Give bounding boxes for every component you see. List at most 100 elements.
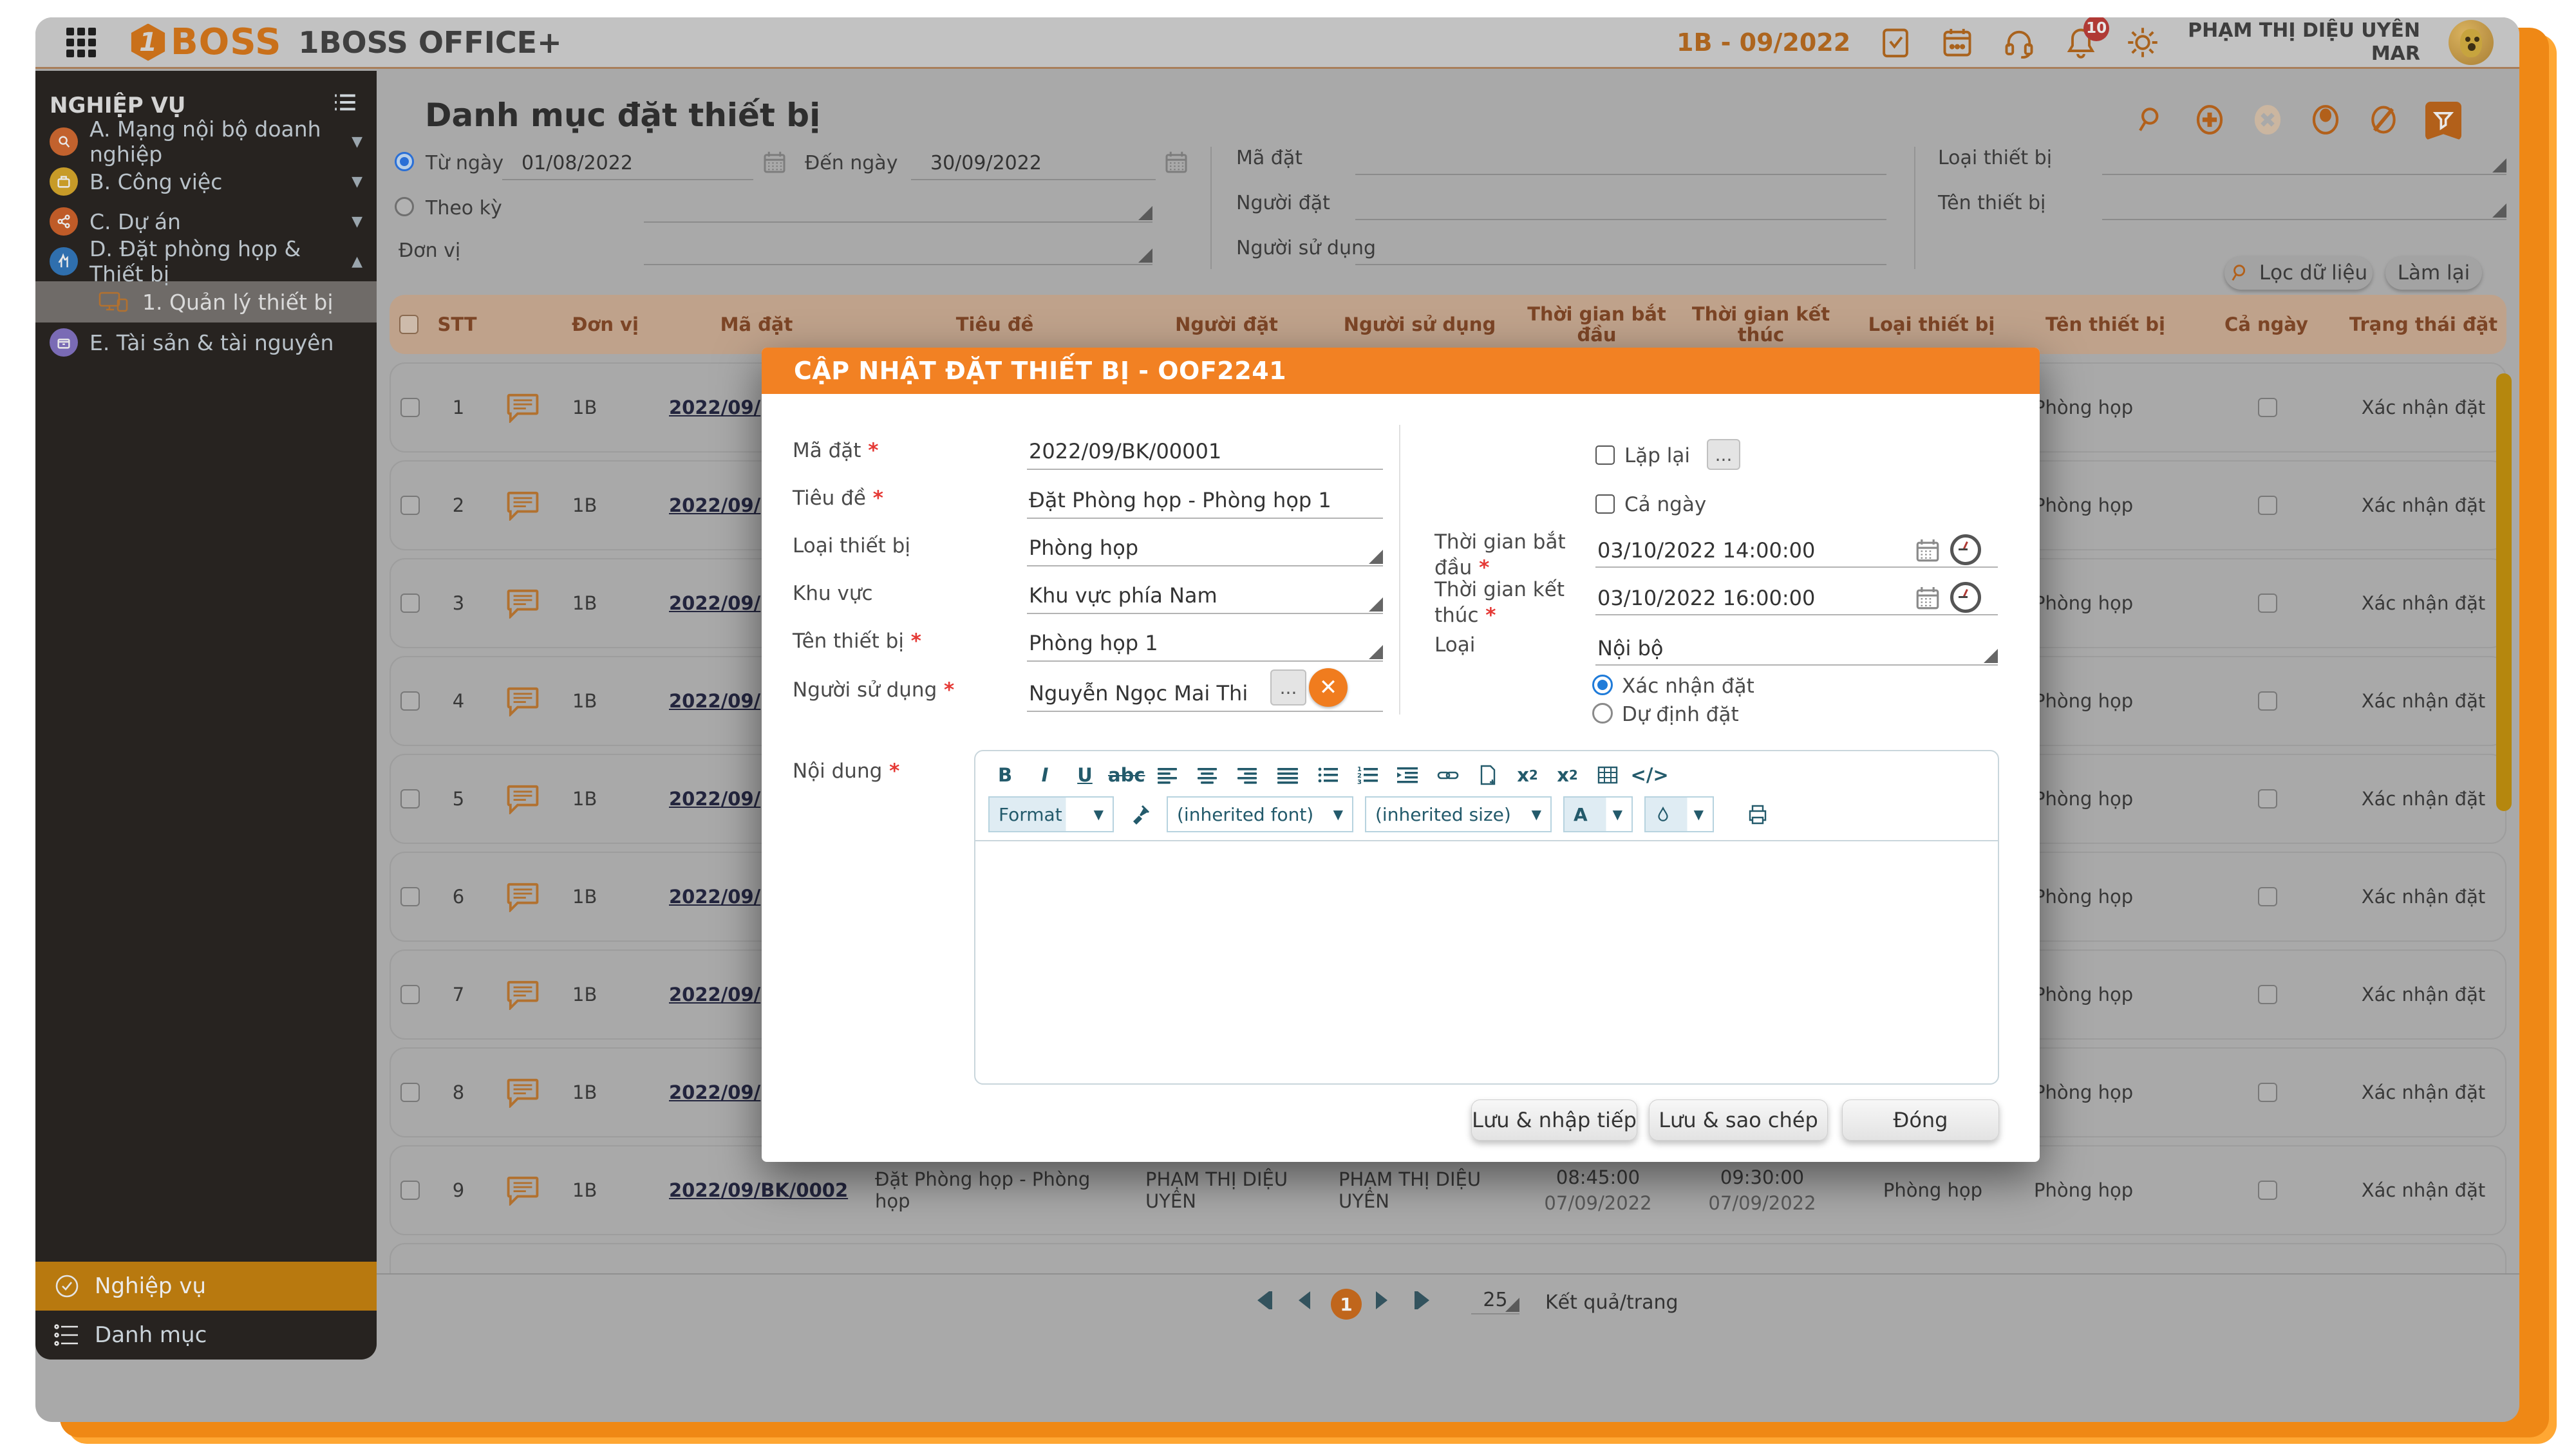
align-right-icon[interactable] xyxy=(1232,760,1265,790)
booking-code-link[interactable]: 2022/09/ xyxy=(669,397,760,418)
bold-icon[interactable]: B xyxy=(988,760,1022,790)
period-badge[interactable]: 1B - 09/2022 xyxy=(1677,28,1850,57)
all-day-checkbox[interactable] xyxy=(2258,1181,2277,1200)
column-header[interactable]: Cả ngày xyxy=(2192,314,2340,335)
column-header[interactable]: Thời gian kết thúc xyxy=(1677,304,1845,345)
all-day-checkbox[interactable] xyxy=(2258,691,2277,711)
next-page-icon[interactable] xyxy=(1376,1291,1402,1317)
bell-icon[interactable]: 10 xyxy=(2064,26,2098,59)
clear-format-icon[interactable] xyxy=(1125,799,1155,829)
row-checkbox[interactable] xyxy=(400,985,420,1004)
pick-user-button[interactable]: ... xyxy=(1270,669,1306,706)
all-day-checkbox[interactable] xyxy=(2258,985,2277,1004)
bullet-list-icon[interactable] xyxy=(1312,760,1345,790)
gear-icon[interactable] xyxy=(2126,26,2159,59)
saved-filter-icon[interactable] xyxy=(2425,102,2461,140)
close-button[interactable]: Đóng xyxy=(1842,1099,1999,1141)
indent-icon[interactable] xyxy=(1391,760,1425,790)
code-icon[interactable]: </> xyxy=(1631,760,1669,790)
booking-code-link[interactable]: 2022/09/ xyxy=(669,592,760,614)
select-ten-thiet-bi[interactable] xyxy=(2102,191,2506,220)
all-day-checkbox[interactable] xyxy=(2258,1083,2277,1102)
numbered-list-icon[interactable]: 123 xyxy=(1351,760,1385,790)
sidebar-item-a[interactable]: A. Mạng nội bộ doanh nghiệp▼ xyxy=(35,122,377,162)
booking-code-link[interactable]: 2022/09/ xyxy=(669,984,760,1005)
row-checkbox[interactable] xyxy=(400,789,420,809)
comment-icon[interactable] xyxy=(487,490,558,521)
select-loai-thiet-bi[interactable] xyxy=(2102,145,2506,175)
comment-icon[interactable] xyxy=(487,588,558,619)
column-header[interactable]: Người sử dụng xyxy=(1323,314,1516,335)
table-icon[interactable] xyxy=(1591,760,1624,790)
text-color-select[interactable]: A▼ xyxy=(1563,796,1633,832)
italic-icon[interactable]: I xyxy=(1028,760,1062,790)
comment-icon[interactable] xyxy=(487,392,558,423)
column-header[interactable]: Thời gian bắt đầu xyxy=(1516,304,1677,345)
insert-page-icon[interactable] xyxy=(1471,760,1505,790)
page-size-select[interactable]: 25 xyxy=(1471,1289,1519,1314)
link-icon[interactable] xyxy=(1431,760,1465,790)
calendar-start-icon[interactable] xyxy=(1914,537,1941,564)
add-icon[interactable] xyxy=(2194,104,2226,138)
column-header[interactable]: Đơn vị xyxy=(557,314,653,335)
print-icon[interactable] xyxy=(1741,799,1774,829)
sidebar-item-d[interactable]: D. Đặt phòng họp & Thiết bị▲ xyxy=(35,241,377,281)
clear-user-button[interactable]: ✕ xyxy=(1309,668,1348,707)
user-name-block[interactable]: PHẠM THỊ DIỆU UYÊN MAR xyxy=(2188,19,2420,66)
sidebar-item-e[interactable]: E. Tài sản & tài nguyên xyxy=(35,323,377,362)
row-checkbox[interactable] xyxy=(400,1181,420,1200)
prev-page-icon[interactable] xyxy=(1299,1291,1324,1317)
avatar[interactable] xyxy=(2449,20,2494,65)
sidebar-subitem-quan-ly-thiet-bi[interactable]: 1. Quản lý thiết bị xyxy=(35,281,377,323)
checkbox-lap-lai[interactable] xyxy=(1595,445,1615,465)
radio-xac-nhan-dat[interactable] xyxy=(1592,675,1613,695)
column-header[interactable]: Tiêu đề xyxy=(860,314,1130,335)
current-page[interactable]: 1 xyxy=(1331,1289,1362,1320)
calendar-end-icon[interactable] xyxy=(1914,584,1941,612)
highlight-color-select[interactable]: ▼ xyxy=(1644,796,1714,832)
save-copy-button[interactable]: Lưu & sao chép xyxy=(1649,1099,1828,1141)
booking-code-link[interactable]: 2022/09/ xyxy=(669,1081,760,1103)
select-all-checkbox[interactable] xyxy=(399,315,418,334)
font-select[interactable]: (inherited font)▼ xyxy=(1167,796,1353,832)
comment-icon[interactable] xyxy=(487,881,558,912)
input-nguoi-su-dung[interactable] xyxy=(1355,238,1886,265)
select-don-vi[interactable] xyxy=(644,233,1152,265)
radio-du-dinh-dat[interactable] xyxy=(1592,703,1613,724)
size-select[interactable]: (inherited size)▼ xyxy=(1365,796,1552,832)
all-day-checkbox[interactable] xyxy=(2258,398,2277,417)
align-left-icon[interactable] xyxy=(1152,760,1185,790)
radio-tu-ngay[interactable] xyxy=(395,152,414,171)
comment-icon[interactable] xyxy=(487,1077,558,1108)
booking-code-link[interactable]: 2022/09/ xyxy=(669,788,760,810)
row-checkbox[interactable] xyxy=(400,1083,420,1102)
superscript-icon[interactable]: x2 xyxy=(1551,760,1584,790)
input-nguoi-dat[interactable] xyxy=(1355,193,1886,220)
comment-icon[interactable] xyxy=(487,686,558,716)
format-select[interactable]: Format▼ xyxy=(988,796,1114,832)
booking-code-link[interactable]: 2022/09/BK/0002 xyxy=(669,1179,848,1201)
row-checkbox[interactable] xyxy=(400,594,420,613)
booking-code-link[interactable]: 2022/09/ xyxy=(669,494,760,516)
select-theo-ky[interactable] xyxy=(644,191,1152,223)
row-checkbox[interactable] xyxy=(400,398,420,417)
calendar-from-icon[interactable] xyxy=(762,149,787,175)
column-header[interactable]: Mã đặt xyxy=(653,314,860,335)
app-grid-icon[interactable] xyxy=(66,28,96,57)
row-checkbox[interactable] xyxy=(400,887,420,906)
booking-code-link[interactable]: 2022/09/ xyxy=(669,886,760,908)
hide-icon[interactable] xyxy=(2367,104,2400,138)
last-page-icon[interactable] xyxy=(1415,1291,1440,1317)
sidebar-bottom-danh-muc[interactable]: Danh mục xyxy=(35,1311,377,1360)
column-header[interactable]: STT xyxy=(428,314,486,335)
column-header[interactable]: Người đặt xyxy=(1130,314,1323,335)
all-day-checkbox[interactable] xyxy=(2258,789,2277,809)
column-header[interactable]: Tên thiết bị xyxy=(2018,314,2192,335)
sidebar-bottom-nghiep-vu[interactable]: Nghiệp vụ xyxy=(35,1262,377,1311)
sidebar-item-b[interactable]: B. Công việc▼ xyxy=(35,162,377,201)
search-icon[interactable] xyxy=(2136,104,2168,138)
save-continue-button[interactable]: Lưu & nhập tiếp xyxy=(1471,1099,1637,1141)
comment-icon[interactable] xyxy=(487,979,558,1010)
comment-icon[interactable] xyxy=(487,1175,558,1206)
input-ma-dat[interactable] xyxy=(1355,148,1886,175)
